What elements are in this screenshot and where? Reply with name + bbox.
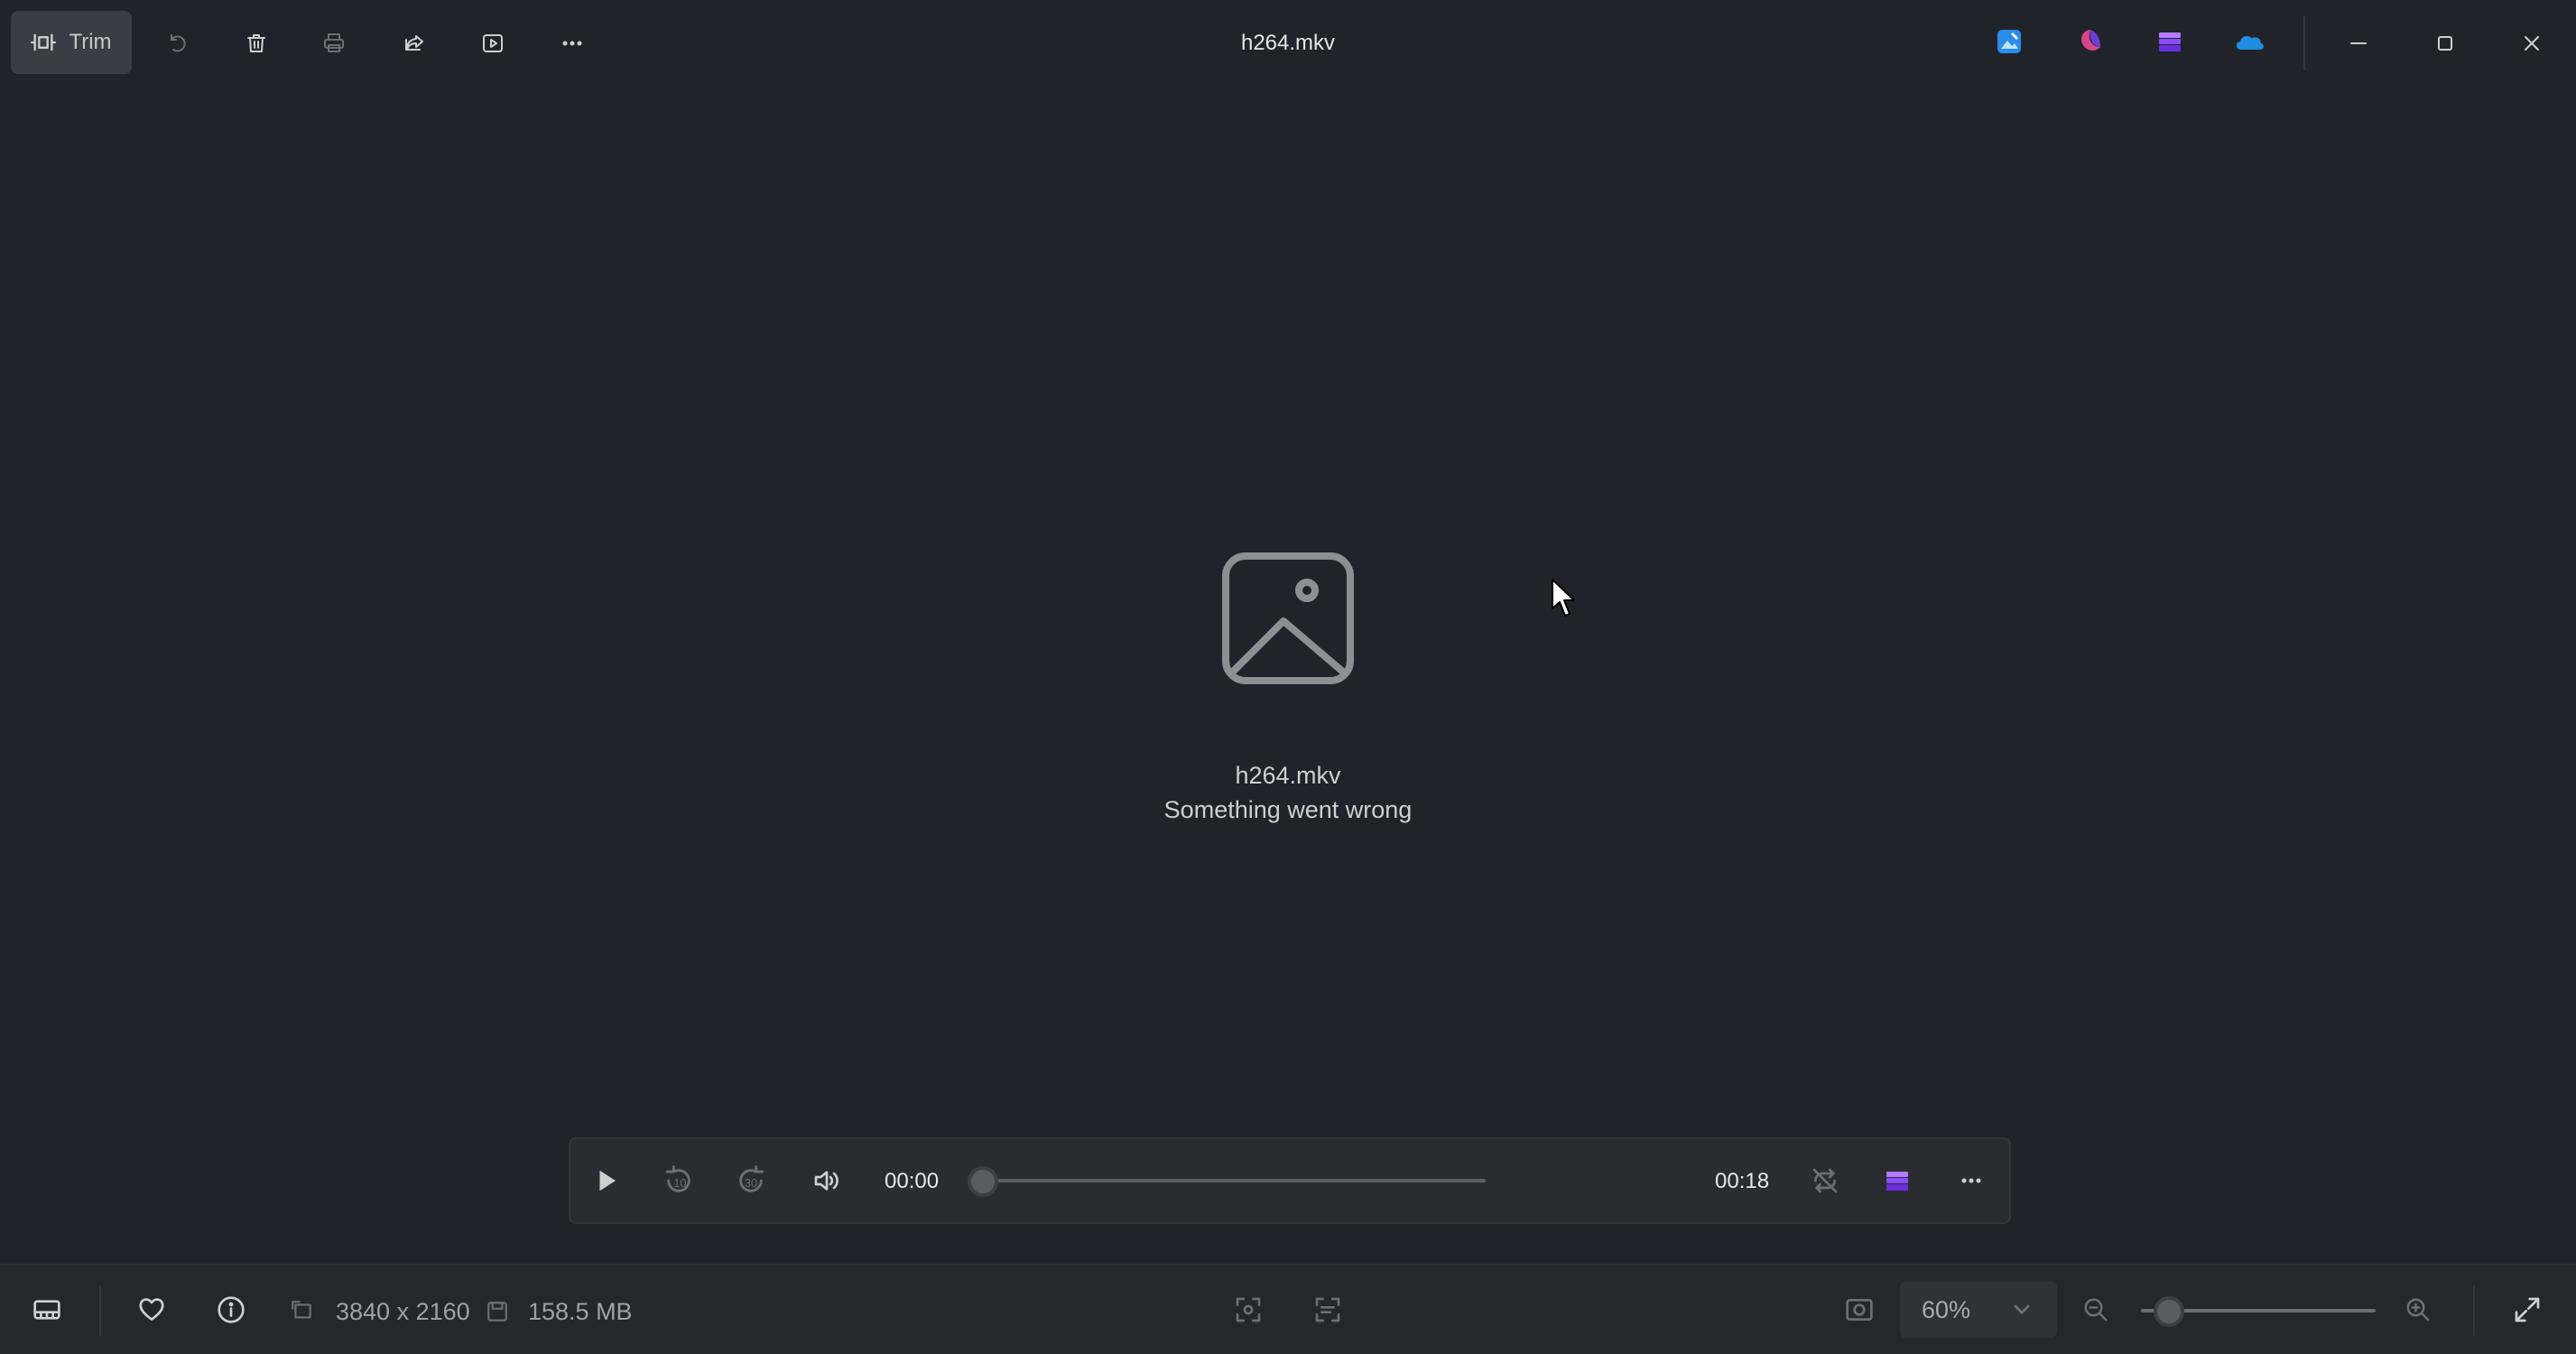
file-size: 158.5 MB (528, 1298, 633, 1325)
maximize-button[interactable] (2423, 22, 2467, 65)
duration: 00:18 (1715, 1169, 1770, 1193)
filmstrip-icon (33, 1300, 60, 1320)
play-icon (599, 1170, 616, 1192)
fullscreen-button[interactable] (2506, 1288, 2549, 1331)
actual-size-icon (1846, 1299, 1873, 1321)
more-icon (1961, 1178, 1981, 1183)
share-button[interactable] (393, 22, 436, 65)
print-button[interactable] (312, 22, 356, 65)
onedrive-icon (2236, 35, 2264, 50)
fullscreen-icon (2515, 1297, 2540, 1322)
print-icon (324, 33, 344, 52)
rotate-button[interactable] (155, 22, 199, 65)
more-button[interactable] (551, 22, 594, 65)
zoom-dropdown[interactable]: 60% (1900, 1282, 2057, 1338)
status-separator (99, 1285, 101, 1336)
delete-button[interactable] (235, 22, 278, 65)
photos-editor-app-button[interactable] (1993, 25, 2025, 58)
error-panel: h264.mkv Something went wrong (1107, 551, 1469, 827)
window-title: h264.mkv (1240, 31, 1336, 55)
filmstrip-button[interactable] (25, 1288, 69, 1331)
maximize-icon (2438, 36, 2452, 51)
mouse-cursor-icon (1552, 579, 1575, 617)
image-placeholder-icon (1222, 552, 1354, 684)
image-dimensions: 3840 x 2160 (336, 1298, 470, 1325)
repeat-off-icon (1812, 1168, 1838, 1193)
title-bar: Trim h264.mkv (0, 0, 2576, 87)
delete-icon (247, 34, 265, 52)
slideshow-button[interactable] (471, 22, 514, 65)
current-time: 00:00 (885, 1169, 940, 1193)
zoom-in-icon (2406, 1298, 2430, 1322)
info-icon (218, 1296, 245, 1323)
rotate-icon (171, 34, 186, 52)
zoom-level: 60% (1922, 1296, 1971, 1323)
zoom-in-button[interactable] (2396, 1288, 2440, 1331)
title-separator (2303, 16, 2305, 70)
seek-bar[interactable] (984, 1179, 1486, 1182)
visual-search-button[interactable] (1227, 1288, 1270, 1331)
repeat-button[interactable] (1803, 1159, 1847, 1202)
onedrive-app-button[interactable] (2233, 25, 2266, 58)
file-info-button[interactable] (209, 1288, 253, 1331)
error-file-name: h264.mkv (1235, 762, 1341, 789)
clipchamp-app-button[interactable] (2154, 25, 2186, 58)
slideshow-icon (483, 34, 503, 52)
status-separator (2473, 1285, 2475, 1336)
close-button[interactable] (2510, 22, 2553, 65)
status-bar: 3840 x 2160 158.5 MB 60% (0, 1264, 2576, 1354)
zoom-out-icon (2084, 1298, 2108, 1322)
clipchamp-designer-icon (2081, 30, 2100, 51)
seek-thumb[interactable] (968, 1166, 998, 1197)
skip-forward-30-icon: 30 (739, 1165, 764, 1192)
trim-label: Trim (69, 30, 112, 54)
volume-button[interactable] (805, 1159, 848, 1202)
clipchamp-icon (1886, 1172, 1908, 1191)
play-button[interactable] (585, 1159, 628, 1202)
chevron-down-icon (2014, 1304, 2030, 1314)
minimize-button[interactable] (2337, 22, 2380, 65)
svg-text:30: 30 (745, 1176, 757, 1190)
photos-editor-icon (1997, 30, 2021, 53)
skip-back-10-button[interactable]: 10 (657, 1159, 700, 1202)
share-icon (405, 35, 423, 51)
trim-icon (31, 33, 57, 51)
trim-button[interactable]: Trim (11, 11, 132, 74)
clipchamp-icon (2159, 32, 2181, 51)
text-scan-icon (1315, 1297, 1340, 1322)
error-message: Something went wrong (1163, 796, 1413, 823)
skip-forward-30-button[interactable]: 30 (729, 1159, 773, 1202)
resolution-icon (292, 1301, 311, 1319)
zoom-slider-thumb[interactable] (2154, 1296, 2184, 1327)
favorite-button[interactable] (130, 1288, 173, 1331)
visual-search-icon (1236, 1297, 1261, 1322)
actual-size-button[interactable] (1838, 1288, 1881, 1331)
clipchamp-designer-app-button[interactable] (2074, 25, 2107, 58)
heart-icon (139, 1298, 164, 1321)
file-size-icon (487, 1302, 507, 1322)
media-controls: 10 30 00:00 00:18 (569, 1137, 2011, 1224)
minimize-icon (2350, 42, 2367, 44)
svg-text:10: 10 (673, 1176, 686, 1190)
clipchamp-edit-button[interactable] (1876, 1159, 1919, 1202)
text-scan-button[interactable] (1306, 1288, 1349, 1331)
more-icon (562, 41, 582, 46)
player-more-button[interactable] (1950, 1159, 1993, 1202)
volume-icon (814, 1171, 839, 1191)
skip-back-10-icon: 10 (665, 1165, 690, 1192)
close-icon (2525, 36, 2539, 51)
zoom-out-button[interactable] (2074, 1288, 2117, 1331)
